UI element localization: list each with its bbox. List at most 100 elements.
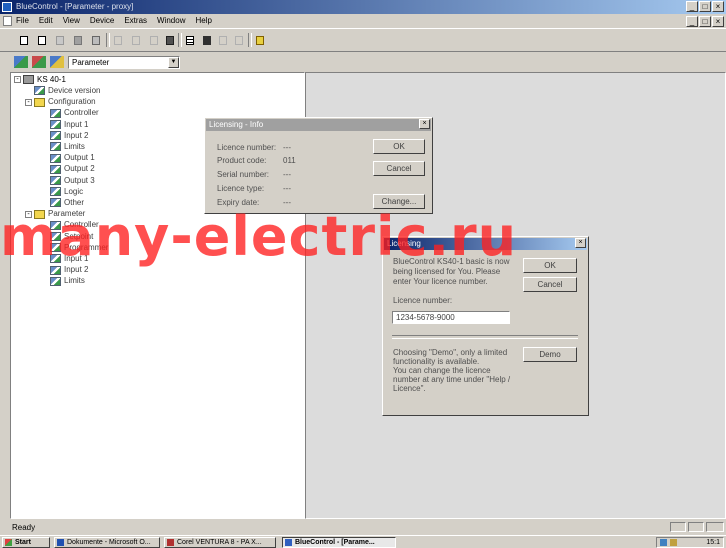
main-toolbar	[0, 28, 726, 52]
tree-item[interactable]: Output 2	[50, 164, 95, 175]
table-icon[interactable]	[182, 33, 197, 47]
parameter-view-icon[interactable]	[14, 56, 28, 68]
tree-item[interactable]: Limits	[50, 142, 85, 153]
demo-text-line-1: Choosing "Demo", only a limited	[393, 348, 508, 357]
new-file-icon[interactable]	[34, 33, 49, 47]
demo-text-line-5: Licence".	[393, 384, 426, 393]
menu-device[interactable]: Device	[90, 16, 114, 25]
paste-icon[interactable]	[146, 33, 161, 47]
tree-item-label: Input 1	[64, 254, 89, 263]
parameter-icon	[50, 164, 61, 174]
info-label-expiry-date: Expiry date:	[217, 198, 260, 207]
licence-number-input[interactable]: 1234-5678-9000	[392, 311, 510, 324]
tree-item[interactable]: Controller	[50, 220, 99, 231]
configuration-view-icon[interactable]	[32, 56, 46, 68]
app-title-bar[interactable]: BlueControl - [Parameter - proxy] _ □ ×	[0, 0, 726, 14]
app-icon	[2, 2, 12, 12]
info-change-button[interactable]: Change...	[373, 194, 425, 209]
print-preview-icon[interactable]	[16, 33, 31, 47]
collapse-icon[interactable]: -	[14, 76, 21, 84]
licensing-info-title[interactable]: Licensing - Info	[206, 119, 431, 131]
parameter-icon	[50, 131, 61, 141]
tree-item[interactable]: Limits	[50, 276, 85, 287]
collapse-icon[interactable]: -	[25, 98, 32, 106]
print-icon[interactable]	[162, 33, 177, 47]
copy-icon[interactable]	[128, 33, 143, 47]
menu-view[interactable]: View	[63, 16, 80, 25]
tree-item[interactable]: Logic	[50, 187, 83, 198]
tree-item[interactable]: Other	[50, 198, 84, 209]
device-icon[interactable]	[199, 33, 214, 47]
tree-item[interactable]: Setpoint	[50, 232, 93, 243]
maximize-button[interactable]: □	[699, 1, 711, 12]
taskbar-item-bluecontrol[interactable]: BlueControl - [Parame...	[282, 537, 396, 548]
parameter-icon	[50, 187, 61, 197]
write-device-icon[interactable]	[231, 33, 246, 47]
tree-item[interactable]: Output 3	[50, 176, 95, 187]
device-icon	[23, 75, 34, 85]
taskbar-item-word[interactable]: Dokumente - Microsoft O...	[54, 537, 160, 548]
chevron-down-icon[interactable]: ▼	[168, 57, 179, 68]
menu-help[interactable]: Help	[195, 16, 211, 25]
read-device-icon[interactable]	[215, 33, 230, 47]
volume-icon[interactable]	[670, 539, 677, 546]
info-ok-button[interactable]: OK	[373, 139, 425, 154]
licensing-cancel-button[interactable]: Cancel	[523, 277, 577, 292]
parameter-icon	[50, 153, 61, 163]
mdi-minimize-button[interactable]: _	[686, 16, 698, 27]
licensing-title[interactable]: Licensing	[384, 238, 587, 250]
menu-window[interactable]: Window	[157, 16, 185, 25]
tree-item-label: Logic	[64, 186, 84, 196]
compare-view-icon[interactable]	[50, 56, 64, 68]
start-button[interactable]: Start	[2, 537, 50, 548]
info-label-product-code: Product code:	[217, 156, 267, 165]
menu-extras[interactable]: Extras	[124, 16, 147, 25]
parameter-icon	[50, 108, 61, 118]
clock[interactable]: 15:1	[706, 538, 720, 547]
info-cancel-button[interactable]: Cancel	[373, 161, 425, 176]
view-select[interactable]: Parameter ▼	[68, 56, 180, 69]
close-file-icon[interactable]	[88, 33, 103, 47]
menu-file[interactable]: File	[16, 16, 29, 25]
parameter-icon	[50, 119, 61, 129]
info-value-serial-number: ---	[283, 170, 291, 179]
parameter-icon	[50, 142, 61, 152]
save-file-icon[interactable]	[70, 33, 85, 47]
info-value-product-code: 011	[283, 156, 296, 165]
close-button[interactable]: ×	[712, 1, 724, 12]
mdi-restore-button[interactable]: □	[699, 16, 711, 27]
tree-item[interactable]: Programmer	[50, 243, 108, 254]
info-label-licence-type: Licence type:	[217, 184, 265, 193]
tree-item[interactable]: Device version	[34, 86, 100, 97]
tree-item[interactable]: - Parameter	[25, 209, 85, 220]
tree-item[interactable]: - Configuration	[25, 97, 96, 108]
minimize-button[interactable]: _	[686, 1, 698, 12]
help-icon[interactable]	[252, 33, 267, 47]
close-icon[interactable]: ×	[419, 119, 430, 129]
tree-item[interactable]: Input 1	[50, 120, 88, 131]
tree-item[interactable]: Input 2	[50, 265, 88, 276]
network-icon[interactable]	[660, 539, 667, 546]
tree-root[interactable]: - KS 40-1	[14, 75, 66, 86]
tree-item[interactable]: Input 2	[50, 131, 88, 142]
taskbar-item-ventura[interactable]: Corel VENTURA 8 - PA X...	[164, 537, 276, 548]
close-icon[interactable]: ×	[575, 238, 586, 248]
tree-item[interactable]: Controller	[50, 108, 99, 119]
demo-text-line-3: You can change the licence	[393, 366, 491, 375]
tree-item-label: Output 1	[64, 153, 95, 163]
tree-item[interactable]: Output 1	[50, 153, 95, 164]
info-label-licence-number: Licence number:	[217, 143, 277, 152]
cut-icon[interactable]	[110, 33, 125, 47]
parameter-icon	[50, 265, 61, 275]
licensing-ok-button[interactable]: OK	[523, 258, 577, 273]
open-file-icon[interactable]	[52, 33, 67, 47]
tree-item-label: Controller	[64, 220, 99, 230]
mdi-close-button[interactable]: ×	[712, 16, 724, 27]
menu-edit[interactable]: Edit	[39, 16, 53, 25]
tree-item-label: Limits	[64, 142, 85, 151]
document-icon[interactable]	[3, 16, 12, 26]
demo-button[interactable]: Demo	[523, 347, 577, 362]
info-value-licence-number: ---	[283, 143, 291, 152]
tree-item[interactable]: Input 1	[50, 254, 88, 265]
collapse-icon[interactable]: -	[25, 210, 32, 218]
